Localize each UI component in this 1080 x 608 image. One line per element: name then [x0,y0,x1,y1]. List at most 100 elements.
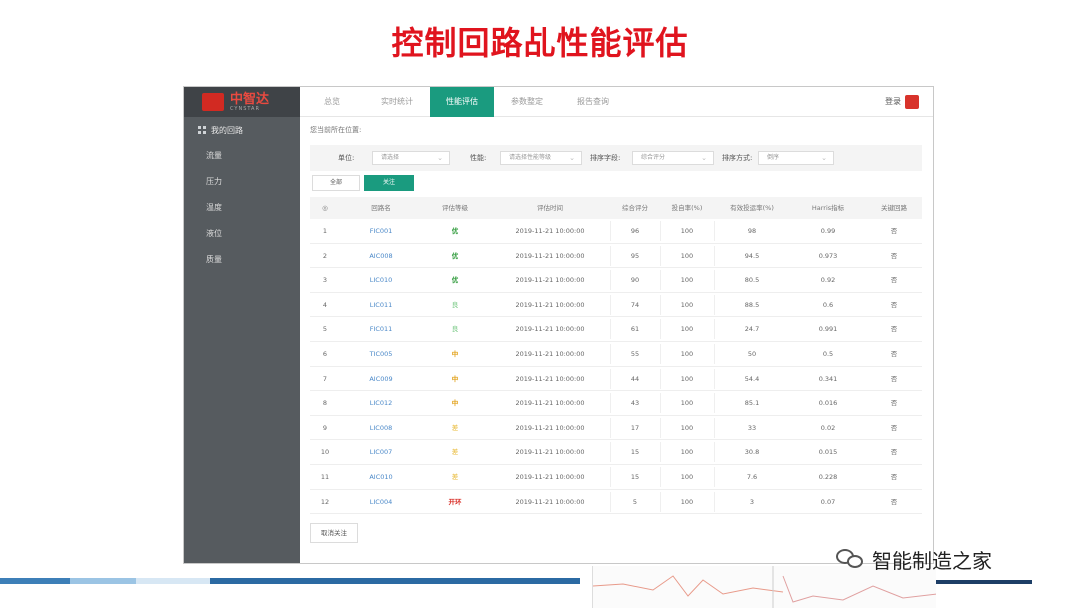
time-cell: 2019-11-21 10:00:00 [515,325,585,334]
tab-overview[interactable]: 总览 [300,87,364,117]
header-loop-name: 回路名 [371,204,391,212]
loop-name-link[interactable]: TIC005 [346,342,416,366]
table-row[interactable]: 5 FIC011 良 2019-11-21 10:00:00 61 100 24.7 0.99… [310,317,922,342]
auto-rate-cell: 100 [680,276,694,285]
row-index: 4 [322,300,328,309]
sidebar-group-my-loops[interactable]: 我的回路 [184,117,300,143]
table-row[interactable]: 6 TIC005 中 2019-11-21 10:00:00 55 100 50 0.5 否 [310,342,922,367]
time-cell: 2019-11-21 10:00:00 [515,227,585,235]
column-divider [714,491,715,512]
tab-reports[interactable]: 报告查询 [560,87,626,117]
tab-performance[interactable]: 性能评估 [430,87,494,117]
column-divider [610,393,611,414]
loop-name-link[interactable]: LIC012 [346,391,416,415]
tab-realtime-stats[interactable]: 实时统计 [364,87,430,117]
effective-rate-cell: 80.5 [744,276,760,285]
effective-rate-cell: 33 [747,423,757,432]
user-icon[interactable] [905,95,919,109]
filter-bar: 单位: 请选择 ⌄ 性能: 请选择性能等级 ⌄ 排序字段: 综合评分 ⌄ 排序方式: … [310,145,922,171]
sort-mode-select[interactable]: 倒序 ⌄ [758,151,834,165]
loop-name-link[interactable]: AIC010 [346,465,416,489]
loop-name-link[interactable]: LIC004 [346,490,416,514]
decor-bar [936,580,1032,584]
sidebar-item-pressure[interactable]: 压力 [184,169,300,195]
harris-cell: 0.5 [822,349,834,358]
key-loop-cell: 否 [890,276,898,285]
sidebar-item-temperature[interactable]: 温度 [184,195,300,221]
effective-rate-cell: 98 [747,227,757,235]
header-time: 评估时间 [537,204,563,212]
table-row[interactable]: 9 LIC008 差 2019-11-21 10:00:00 17 100 33 0.02 否 [310,416,922,441]
table-row[interactable]: 2 AIC008 优 2019-11-21 10:00:00 95 100 94.5 0.97… [310,244,922,269]
sidebar-group-label: 我的回路 [211,125,243,135]
grid-icon [198,126,206,134]
table-row[interactable]: 10 LIC007 差 2019-11-21 10:00:00 15 100 30.8 0.0… [310,440,922,465]
grade-cell: 优 [451,227,459,235]
grade-cell: 中 [451,399,459,408]
time-cell: 2019-11-21 10:00:00 [515,276,585,285]
time-cell: 2019-11-21 10:00:00 [515,497,585,506]
time-cell: 2019-11-21 10:00:00 [515,399,585,408]
grade-cell: 差 [451,423,459,432]
unit-select[interactable]: 请选择 ⌄ [372,151,450,165]
sidebar-item-level[interactable]: 液位 [184,221,300,247]
login-link[interactable]: 登录 [885,87,901,117]
sort-field-select[interactable]: 综合评分 ⌄ [632,151,714,165]
time-cell: 2019-11-21 10:00:00 [515,472,585,481]
time-cell: 2019-11-21 10:00:00 [515,300,585,309]
column-divider [714,466,715,487]
loop-name-link[interactable]: LIC010 [346,268,416,292]
wechat-icon [836,547,866,571]
effective-rate-cell: 85.1 [744,399,760,408]
score-cell: 44 [630,374,640,383]
sidebar-item-flow[interactable]: 流量 [184,143,300,169]
table-row[interactable]: 1 FIC001 优 2019-11-21 10:00:00 96 100 98 0.99 否 [310,219,922,244]
table-row[interactable]: 3 LIC010 优 2019-11-21 10:00:00 90 100 80.5 0.92… [310,268,922,293]
app-window: 中智达 CYNSTAR 我的回路 流量 压力 温度 液位 质量 总览 实时统计 … [183,86,934,564]
loop-name-link[interactable]: FIC011 [346,317,416,341]
header-select[interactable]: ◎ [314,197,336,219]
grade-cell: 差 [451,472,459,481]
table-body: 1 FIC001 优 2019-11-21 10:00:00 96 100 98 0.99 否 2… [310,219,922,515]
column-divider [714,245,715,266]
loop-name-link[interactable]: AIC008 [346,244,416,268]
loop-name-link[interactable]: AIC009 [346,367,416,391]
row-index: 7 [322,374,328,383]
decor-bar [210,578,580,584]
loop-name-link[interactable]: LIC008 [346,416,416,440]
cancel-focus-button[interactable]: 取消关注 [310,523,358,543]
table-row[interactable]: 4 LIC011 良 2019-11-21 10:00:00 74 100 88.5 0.6 否 [310,293,922,318]
loop-name-link[interactable]: LIC011 [346,293,416,317]
focus-button[interactable]: 关注 [364,175,414,191]
brand-name: 中智达 [230,91,270,107]
auto-rate-cell: 100 [680,497,694,506]
sidebar-item-quality[interactable]: 质量 [184,247,300,273]
perf-select[interactable]: 请选择性能等级 ⌄ [500,151,582,165]
column-divider [660,294,661,315]
row-index: 11 [320,472,330,481]
loop-table: ◎ 回路名 评估等级 评估时间 综合评分 投自率(%) 有效投运率(%) Har… [310,197,922,515]
slide-title: 控制回路乩性能评估 [391,24,689,62]
table-row[interactable]: 12 LIC004 开环 2019-11-21 10:00:00 5 100 3 0.07 否 [310,490,922,515]
loop-name-link[interactable]: FIC001 [346,219,416,243]
header-score: 综合评分 [622,204,648,212]
grade-cell: 优 [451,251,459,260]
table-row[interactable]: 7 AIC009 中 2019-11-21 10:00:00 44 100 54.4 0.34… [310,367,922,392]
column-divider [610,368,611,389]
header-effective-rate: 有效投运率(%) [730,204,774,212]
time-cell: 2019-11-21 10:00:00 [515,423,585,432]
all-button[interactable]: 全部 [312,175,360,191]
perf-select-value: 请选择性能等级 [509,154,552,161]
tab-tuning[interactable]: 参数整定 [494,87,560,117]
column-divider [714,442,715,463]
table-row[interactable]: 8 LIC012 中 2019-11-21 10:00:00 43 100 85.1 0.01… [310,391,922,416]
grade-cell: 良 [451,325,459,334]
table-row[interactable]: 11 AIC010 差 2019-11-21 10:00:00 15 100 7.6 0.22… [310,465,922,490]
row-index: 1 [322,227,328,235]
loop-name-link[interactable]: LIC007 [346,440,416,464]
score-cell: 55 [630,349,640,358]
column-divider [610,491,611,512]
column-divider [610,442,611,463]
time-cell: 2019-11-21 10:00:00 [515,448,585,457]
header-grade: 评估等级 [442,204,468,212]
